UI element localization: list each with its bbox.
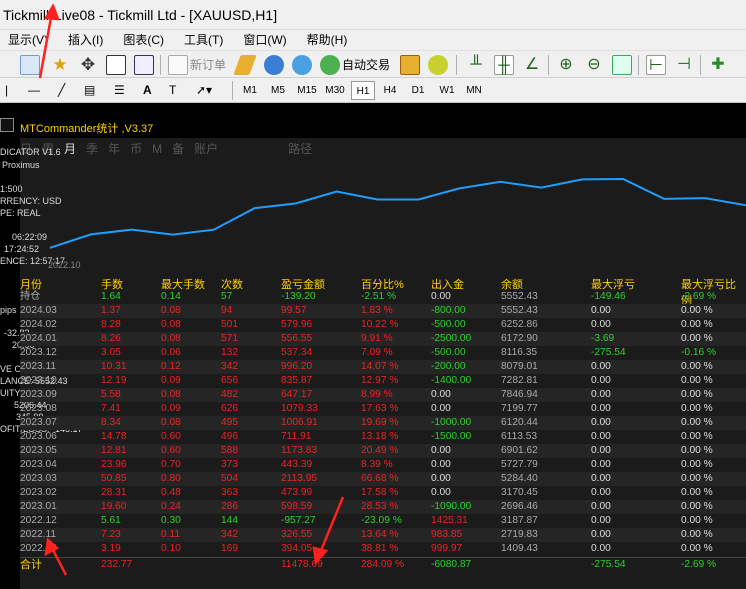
annotation-arrows	[38, 3, 345, 576]
arrow-profit	[318, 496, 345, 554]
arrow-title-head	[43, 3, 60, 21]
arrow-profit-head	[312, 546, 329, 565]
arrow-period	[50, 547, 68, 576]
arrow-title	[38, 11, 54, 79]
mt4-window: Tickmill-Live08 - Tickmill Ltd - [XAUUSD…	[0, 0, 746, 589]
